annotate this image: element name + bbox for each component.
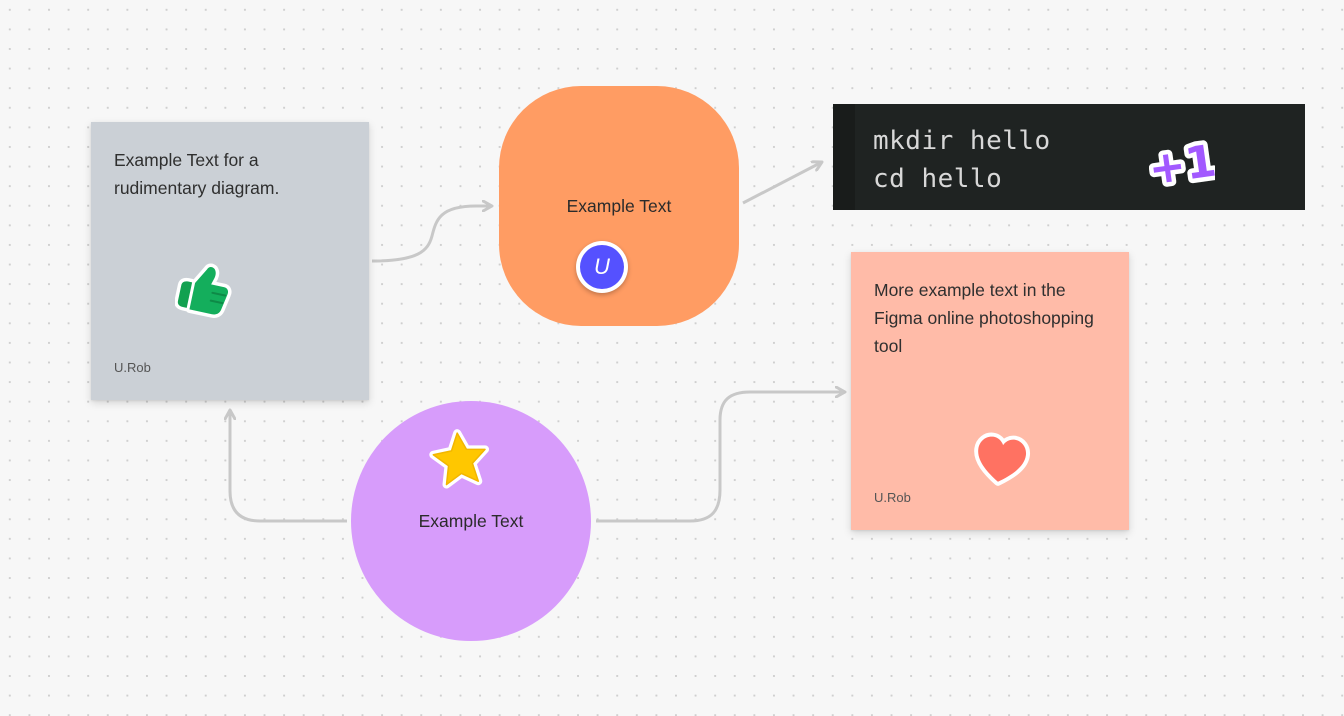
sticky-note-text: More example text in the Figma online ph… xyxy=(874,280,1094,356)
code-gutter xyxy=(833,104,855,210)
connector-gray-to-orange[interactable] xyxy=(371,206,492,263)
heart-icon[interactable] xyxy=(969,430,1033,490)
code-line: mkdir hello xyxy=(873,126,1051,156)
sticky-note-author: U.Rob xyxy=(114,360,151,375)
svg-text:+1: +1 xyxy=(1149,136,1215,192)
shape-label: Example Text xyxy=(566,196,672,216)
rounded-square-shape[interactable]: Example Text xyxy=(499,86,739,326)
sticky-note-text: Example Text for a rudimentary diagram. xyxy=(114,150,280,198)
sticky-note-author: U.Rob xyxy=(874,490,911,505)
connector-purple-to-gray[interactable] xyxy=(230,410,347,523)
star-icon[interactable] xyxy=(427,427,493,493)
connector-orange-to-code[interactable] xyxy=(742,162,822,205)
circle-shape[interactable]: Example Text xyxy=(351,401,591,641)
shape-label: Example Text xyxy=(418,511,524,531)
sticky-note-pink[interactable]: More example text in the Figma online ph… xyxy=(851,252,1129,530)
avatar-initial: U xyxy=(580,245,624,289)
thumbs-up-icon[interactable] xyxy=(175,258,233,320)
code-line: cd hello xyxy=(873,164,1003,194)
plus-one-icon[interactable]: +1 +1 xyxy=(1149,134,1215,192)
sticky-note-gray[interactable]: Example Text for a rudimentary diagram. … xyxy=(91,122,369,400)
code-block[interactable]: mkdir hello cd hello +1 +1 xyxy=(833,104,1305,210)
avatar[interactable]: U xyxy=(576,241,628,293)
connector-purple-to-pink[interactable] xyxy=(596,392,845,523)
whiteboard-canvas[interactable]: Example Text for a rudimentary diagram. … xyxy=(0,0,1344,716)
